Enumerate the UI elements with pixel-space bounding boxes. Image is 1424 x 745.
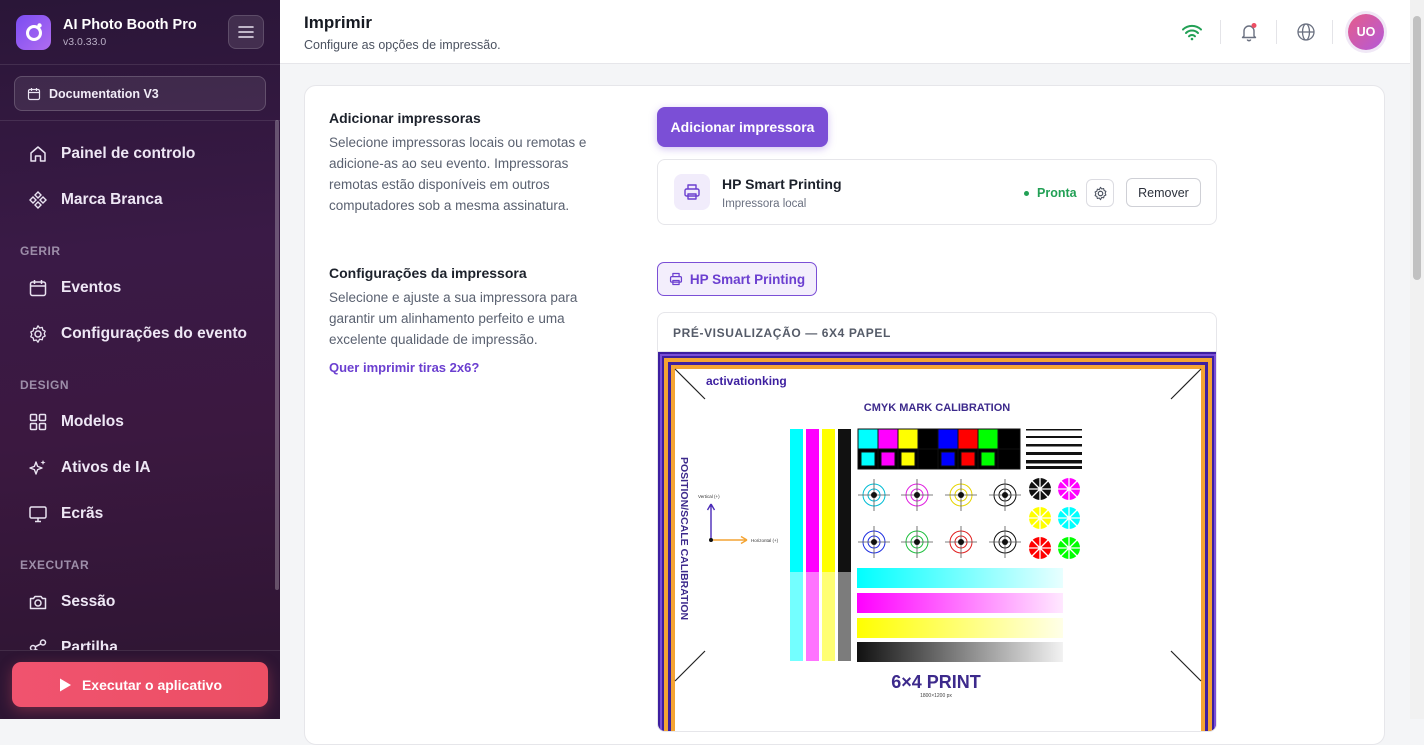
nav-templates[interactable]: Modelos [0,402,280,442]
nav-white-label[interactable]: Marca Branca [0,180,280,220]
section-title-executar: EXECUTAR [20,558,90,572]
printer-icon [669,272,682,286]
scrollbar-thumb[interactable] [1413,16,1421,280]
print-preview: PRÉ-VISUALIZAÇÃO — 6X4 PAPEL activationk… [657,312,1217,732]
page-title: Imprimir [304,13,373,32]
wifi-icon[interactable] [1180,20,1204,44]
nav-label: Ativos de IA [61,459,151,476]
strips-2x6-link[interactable]: Quer imprimir tiras 2x6? [329,360,479,375]
top-bar: Imprimir Configure as opções de impressã… [280,0,1410,64]
camera-icon [28,592,48,612]
home-icon [28,144,48,164]
nav-label: Modelos [61,413,124,430]
printer-icon [674,174,710,210]
preview-label: PRÉ-VISUALIZAÇÃO — 6X4 PAPEL [673,326,891,340]
section-title-gerir: GERIR [20,244,61,258]
calendar-icon [27,87,41,100]
printer-type: Impressora local [722,198,807,210]
bell-icon [1241,23,1257,42]
nav-dashboard[interactable]: Painel de controlo [0,134,280,174]
divider [1332,20,1333,44]
printer-settings-button[interactable] [1086,179,1114,207]
nav-session[interactable]: Sessão [0,582,280,622]
status-badge: Pronta [1024,186,1077,200]
nav-event-settings[interactable]: Configurações do evento [0,314,280,354]
hamburger-icon [238,26,254,38]
menu-toggle-button[interactable] [228,15,264,49]
vertical-label: Vertical (+) [698,494,720,499]
nav-label: Ecrãs [61,505,104,522]
calibration-sheet: activationking CMYK MARK CALIBRATION POS… [658,352,1216,731]
print-size-label: 6×4 PRINT [891,672,981,692]
horizontal-label: Horizontal (+) [751,538,779,543]
nav-label: Sessão [61,593,116,610]
language-button[interactable] [1294,20,1318,44]
selected-printer-button[interactable]: HP Smart Printing [657,262,817,296]
globe-icon [1297,23,1315,41]
nav-label: Eventos [61,279,122,296]
print-pixel-size: 1800×1200 px [920,693,952,699]
printer-list-item: HP Smart Printing Impressora local Pront… [657,159,1217,225]
play-icon [59,678,71,691]
selected-printer-label: HP Smart Printing [689,271,806,287]
app-version: v3.0.33.0 [63,35,107,48]
page-scrollbar[interactable] [1410,0,1424,719]
event-selector-label: Documentation V3 [49,86,159,101]
nav-ai-assets[interactable]: Ativos de IA [0,448,280,488]
app-logo [16,14,51,50]
nav-label: Painel de controlo [61,145,196,162]
avatar[interactable]: UO [1348,14,1384,50]
brand-logo-text: activationking [706,374,787,388]
divider [1220,20,1221,44]
nav-screens[interactable]: Ecrãs [0,494,280,534]
status-dot [1024,190,1029,196]
add-printers-title: Adicionar impressoras [329,110,481,126]
side-calibration-label: POSITION/SCALE CALIBRATION [678,457,690,620]
printer-settings-description: Selecione e ajuste a sua impressora para… [329,290,578,347]
page-subtitle: Configure as opções de impressão. [304,38,501,52]
add-printer-button[interactable]: Adicionar impressora [657,107,828,147]
gear-icon [28,324,48,344]
nav-label: Marca Branca [61,191,163,208]
gear-icon [1094,186,1106,200]
status-label: Pronta [1037,186,1077,200]
divider [0,120,280,121]
event-selector[interactable]: Documentation V3 [14,76,266,111]
remove-printer-button[interactable]: Remover [1126,178,1201,207]
notifications-button[interactable] [1237,20,1261,44]
divider [0,64,280,65]
section-title-design: DESIGN [20,378,70,392]
divider [1276,20,1277,44]
sidebar-scrollbar[interactable] [275,120,279,590]
calibration-title: CMYK MARK CALIBRATION [864,402,1011,414]
app-name: AI Photo Booth Pro [63,16,197,33]
grid-icon [28,412,48,432]
printer-name: HP Smart Printing [722,176,842,192]
printer-settings-title: Configurações da impressora [329,265,527,281]
run-app-label: Executar o aplicativo [81,676,223,693]
nav-label: Configurações do evento [61,325,248,342]
calendar-icon [28,278,48,298]
sidebar: AI Photo Booth Pro v3.0.33.0 Documentati… [0,0,280,719]
run-app-button[interactable]: Executar o aplicativo [12,662,268,707]
nav-events[interactable]: Eventos [0,268,280,308]
monitor-icon [28,504,48,524]
add-printers-description: Selecione impressoras locais ou remotas … [329,135,587,213]
white-label-icon [28,190,48,210]
sparkles-icon [28,458,48,478]
